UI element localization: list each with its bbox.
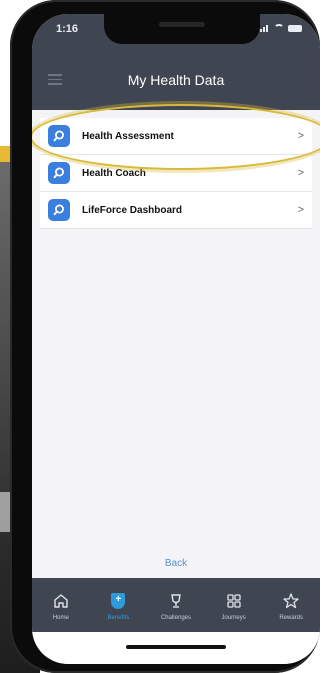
highlight-ring xyxy=(32,104,320,170)
home-icon xyxy=(52,590,70,612)
tab-label: Rewards xyxy=(279,615,304,621)
shield-plus-icon: + xyxy=(111,590,126,612)
status-icons xyxy=(260,24,302,32)
tab-journeys[interactable]: Journeys xyxy=(205,578,263,632)
tab-label: Challenges xyxy=(160,615,191,621)
search-icon xyxy=(48,162,70,184)
status-time: 1:16 xyxy=(56,23,79,35)
tab-label: Journeys xyxy=(221,615,246,621)
chevron-right-icon: > xyxy=(297,204,304,216)
tab-rewards[interactable]: Rewards xyxy=(262,578,320,632)
signal-icon xyxy=(260,24,270,32)
home-indicator[interactable] xyxy=(126,645,226,649)
search-icon xyxy=(48,199,70,221)
phone-frame: 1:16 My Health Data Health Assessment > xyxy=(10,0,320,673)
tab-benefits[interactable]: + Benefits xyxy=(90,578,148,632)
battery-icon xyxy=(288,24,302,32)
list-item-label: LifeForce Dashboard xyxy=(82,204,183,216)
phone-notch xyxy=(104,14,260,44)
tab-label: Home xyxy=(52,615,69,621)
chevron-right-icon: > xyxy=(297,167,304,179)
tab-label: Benefits xyxy=(107,615,130,621)
wifi-icon xyxy=(274,24,284,32)
phone-screen: 1:16 My Health Data Health Assessment > xyxy=(32,14,320,664)
page-title: My Health Data xyxy=(127,72,225,88)
speaker-grille xyxy=(159,22,205,27)
tab-challenges[interactable]: Challenges xyxy=(147,578,205,632)
tab-home[interactable]: Home xyxy=(32,578,90,632)
tab-bar: Home + Benefits Challenges Journeys Rewa… xyxy=(32,578,320,632)
trophy-icon xyxy=(167,590,185,612)
back-button[interactable]: Back xyxy=(32,558,320,569)
list-item-lifeforce-dashboard[interactable]: LifeForce Dashboard > xyxy=(40,192,312,229)
grid-icon xyxy=(225,590,243,612)
star-icon xyxy=(282,590,300,612)
